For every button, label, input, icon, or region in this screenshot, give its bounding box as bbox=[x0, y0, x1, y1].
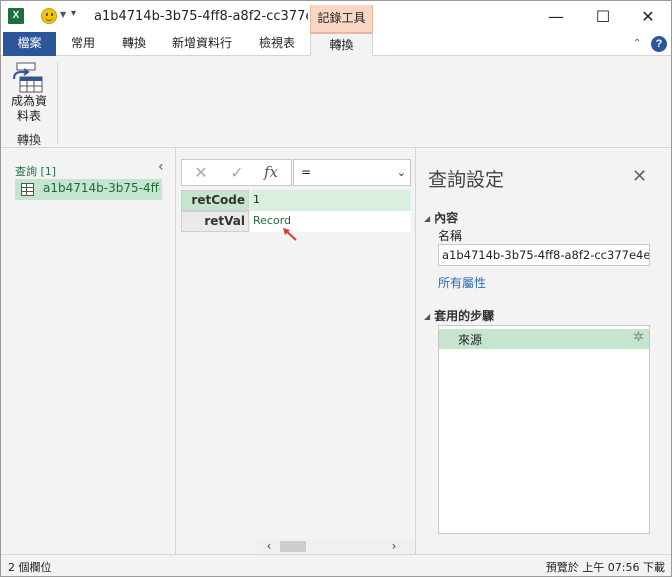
ribbon-group-divider bbox=[57, 62, 58, 144]
cancel-icon[interactable]: ✕ bbox=[184, 160, 218, 185]
chevron-down-icon[interactable]: ⌄ bbox=[397, 160, 406, 185]
list-item[interactable]: 來源 ✲ bbox=[439, 329, 649, 349]
tab-view[interactable]: 檢視表 bbox=[245, 32, 309, 56]
smiley-feedback-icon[interactable] bbox=[41, 8, 57, 24]
formula-bar-buttons: ✕ ✓ fx bbox=[181, 159, 292, 186]
applied-steps-header-text: 套用的步驟 bbox=[434, 309, 495, 323]
annotation-arrow-icon bbox=[283, 228, 297, 241]
collapse-queries-icon[interactable]: ‹ bbox=[158, 159, 164, 175]
customize-quick-access-icon[interactable]: ▾ bbox=[71, 8, 76, 19]
applied-steps-header[interactable]: ◢ 套用的步驟 bbox=[424, 307, 494, 324]
record-field-value[interactable]: 1 bbox=[250, 190, 411, 211]
into-table-icon bbox=[13, 62, 43, 93]
scroll-thumb[interactable] bbox=[280, 541, 306, 552]
query-item[interactable]: a1b4714b-3b75-4ff8-... bbox=[15, 179, 162, 200]
into-table-label-line2: 料表 bbox=[16, 109, 41, 123]
gear-icon[interactable]: ✲ bbox=[633, 330, 644, 345]
status-bar: 2 個欄位 預覽於 上午 07:56 下載 bbox=[1, 554, 671, 576]
formula-input[interactable]: = ⌄ bbox=[293, 159, 411, 186]
minimize-button[interactable]: — bbox=[533, 1, 579, 32]
maximize-button[interactable]: ☐ bbox=[580, 1, 626, 32]
help-icon[interactable]: ? bbox=[651, 36, 667, 52]
tab-record-transform[interactable]: 轉換 bbox=[310, 32, 373, 57]
main-area: 查詢 [1] ‹ a1b4714b-3b75-4ff8-... ✕ ✓ fx =… bbox=[1, 148, 671, 554]
into-table-label-line1: 成為資 bbox=[10, 94, 47, 108]
record-link[interactable]: Record bbox=[250, 211, 411, 232]
name-label: 名稱 bbox=[438, 229, 463, 243]
record-field-name: retVal bbox=[181, 211, 249, 232]
power-query-editor-window: X ▼ ▾ a1b4714b-3b75-4ff8-a8f2-cc377e4e..… bbox=[0, 0, 672, 577]
data-preview-pane: ✕ ✓ fx = ⌄ retCode 1 retVal Record ‹ › bbox=[177, 148, 414, 554]
excel-icon[interactable]: X bbox=[8, 8, 24, 24]
title-bar: X ▼ ▾ a1b4714b-3b75-4ff8-a8f2-cc377e4e..… bbox=[1, 1, 671, 33]
all-properties-link[interactable]: 所有屬性 bbox=[438, 274, 486, 291]
column-count-status: 2 個欄位 bbox=[8, 561, 52, 574]
scroll-left-icon[interactable]: ‹ bbox=[259, 539, 279, 554]
close-button[interactable]: ✕ bbox=[625, 1, 671, 32]
preview-download-status: 預覽於 上午 07:56 下載 bbox=[545, 561, 665, 574]
step-label: 來源 bbox=[458, 333, 483, 347]
record-field-name: retCode bbox=[181, 190, 249, 211]
ribbon-group-label: 轉換 bbox=[16, 133, 41, 147]
tab-home[interactable]: 常用 bbox=[58, 32, 108, 56]
window-title: a1b4714b-3b75-4ff8-a8f2-cc377e4e... bbox=[94, 9, 308, 24]
ribbon-body: 成為資 料表 轉換 bbox=[1, 56, 671, 148]
table-icon bbox=[21, 183, 34, 196]
collapse-ribbon-icon[interactable]: ⌃ bbox=[633, 38, 641, 49]
tab-add-column[interactable]: 新增資料行 bbox=[161, 32, 243, 56]
queries-pane: 查詢 [1] ‹ a1b4714b-3b75-4ff8-... bbox=[1, 148, 176, 554]
record-table: retCode 1 retVal Record bbox=[181, 190, 411, 232]
applied-steps-list: 來源 ✲ bbox=[438, 325, 650, 534]
chevron-down-icon[interactable]: ▼ bbox=[60, 10, 66, 19]
query-name-field[interactable]: a1b4714b-3b75-4ff8-a8f2-cc377e4eaa0f bbox=[438, 244, 650, 266]
properties-header-text: 內容 bbox=[434, 211, 459, 225]
query-settings-pane: 查詢設定 ✕ ◢ 內容 名稱 a1b4714b-3b75-4ff8-a8f2-cc… bbox=[415, 148, 671, 554]
formula-text: = bbox=[301, 165, 312, 179]
properties-section-header[interactable]: ◢ 內容 bbox=[424, 209, 458, 226]
collapse-triangle-icon: ◢ bbox=[424, 312, 431, 321]
query-name: a1b4714b-3b75-4ff8-... bbox=[43, 181, 160, 195]
ribbon-tabs: 檔案 常用 轉換 新增資料行 檢視表 轉換 ⌃ ? bbox=[1, 32, 671, 57]
into-table-label[interactable]: 成為資 料表 bbox=[5, 94, 53, 124]
collapse-triangle-icon: ◢ bbox=[424, 214, 431, 223]
scroll-right-icon[interactable]: › bbox=[384, 539, 404, 554]
tab-transform[interactable]: 轉換 bbox=[109, 32, 159, 56]
horizontal-scrollbar[interactable]: ‹ › bbox=[257, 539, 414, 554]
close-icon[interactable]: ✕ bbox=[632, 166, 647, 187]
context-tab-group-title: 記錄工具 bbox=[310, 5, 373, 33]
commit-icon[interactable]: ✓ bbox=[220, 160, 254, 185]
queries-header: 查詢 [1] bbox=[15, 165, 57, 178]
fx-icon[interactable]: fx bbox=[254, 160, 288, 185]
tab-file[interactable]: 檔案 bbox=[3, 32, 56, 56]
table-row[interactable]: retCode 1 bbox=[181, 190, 411, 211]
query-settings-title: 查詢設定 bbox=[428, 169, 505, 191]
